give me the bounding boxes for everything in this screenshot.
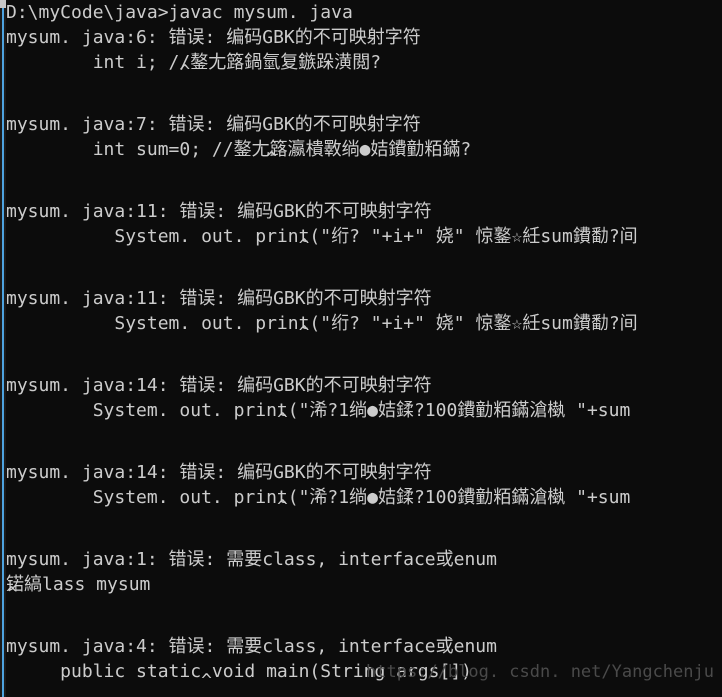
error-header: mysum. java:7: 错误: 编码GBK的不可映射字符 [6,114,421,135]
error-header: mysum. java:14: 错误: 编码GBK的不可映射字符 [6,375,432,396]
error-caret-marker: ^ [6,583,17,604]
error-caret-marker: ^ [298,322,310,343]
error-header: mysum. java:6: 错误: 编码GBK的不可映射字符 [6,27,421,48]
error-caret-marker: ^ [276,409,288,430]
error-header: mysum. java:11: 错误: 编码GBK的不可映射字符 [6,201,432,222]
error-caret-marker: ^ [266,148,277,169]
error-header: mysum. java:14: 错误: 编码GBK的不可映射字符 [6,462,432,483]
scrollbar-thumb[interactable] [2,0,4,697]
console-output-area[interactable]: D:\myCode\java>javac mysum. java mysum. … [6,0,722,697]
error-caret-marker: ^ [276,496,288,517]
error-header: mysum. java:4: 错误: 需要class, interface或en… [6,636,497,657]
error-header: mysum. java:1: 错误: 需要class, interface或en… [6,549,497,570]
error-list: mysum. java:6: 错误: 编码GBK的不可映射字符 int i; /… [6,25,722,697]
prompt-line: D:\myCode\java>javac mysum. java [6,2,353,23]
error-caret-marker: ^ [298,235,310,256]
error-caret-marker: ^ [179,61,191,82]
error-header: mysum. java:11: 错误: 编码GBK的不可映射字符 [6,288,432,309]
error-source-line: 锘縞lass mysum [6,574,151,595]
error-caret-marker: ^ [201,670,212,691]
command-prompt-window[interactable]: D:\myCode\java>javac mysum. java mysum. … [0,0,722,697]
